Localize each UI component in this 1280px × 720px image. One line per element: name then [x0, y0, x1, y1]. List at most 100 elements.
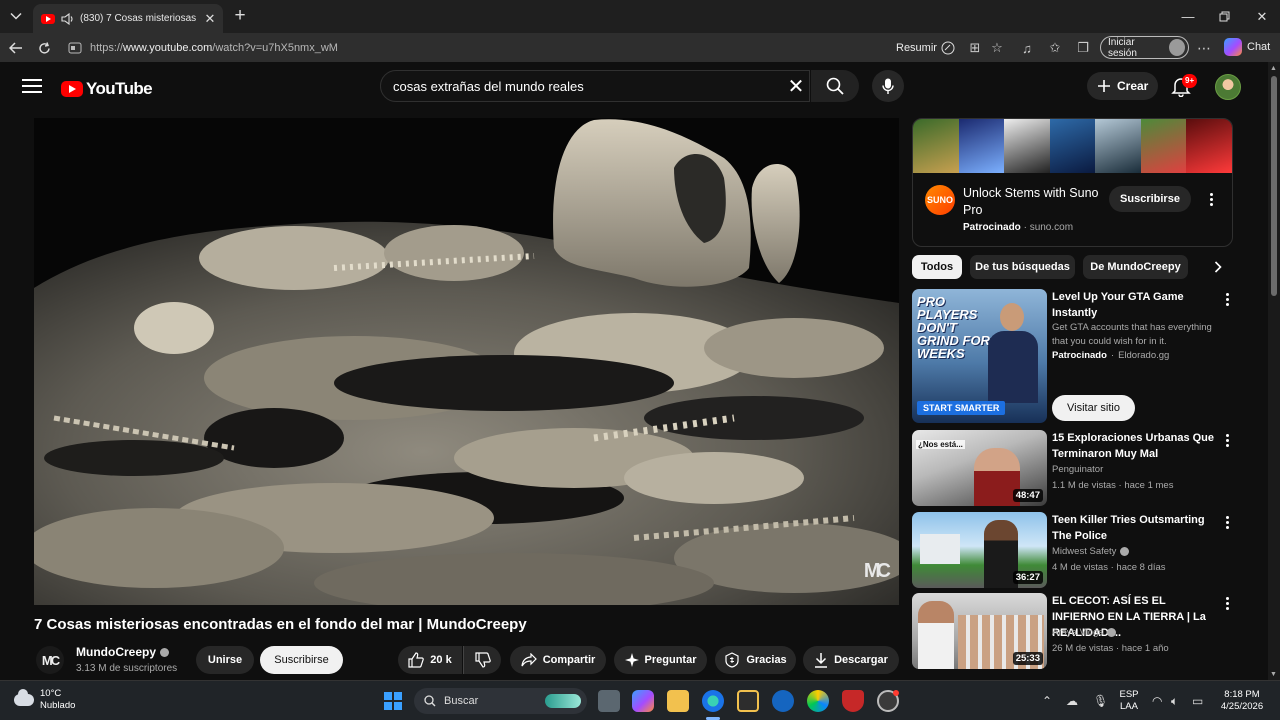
share-button[interactable]: Compartir	[510, 646, 606, 674]
onedrive-cloud-icon[interactable]: ☁	[1066, 694, 1078, 708]
rec-thumbnail[interactable]: 36:27	[912, 512, 1047, 588]
voice-search-button[interactable]	[872, 70, 904, 102]
extensions-icon[interactable]: ⊞	[965, 38, 985, 58]
scroll-up-icon[interactable]: ▲	[1270, 65, 1277, 72]
close-window-icon[interactable]: ✕	[1244, 0, 1280, 33]
clock[interactable]: 8:18 PM 4/25/2026	[1214, 689, 1270, 713]
youtube-logo[interactable]: YouTube	[61, 79, 153, 99]
hp-icon[interactable]	[772, 690, 794, 712]
browser-tab-youtube[interactable]: (830) 7 Cosas misteriosas encontradas en…	[33, 4, 223, 33]
collections-icon[interactable]: ❐	[1073, 38, 1093, 58]
read-aloud-icon[interactable]: ♫	[1017, 38, 1037, 58]
chips-next-chevron-icon[interactable]	[1208, 257, 1228, 277]
favorite-star-icon[interactable]: ☆	[987, 38, 1007, 58]
scrollbar-thumb[interactable]	[1271, 76, 1277, 296]
visit-site-button[interactable]: Visitar sitio	[1052, 395, 1135, 421]
download-icon	[815, 653, 828, 668]
recommendation-item[interactable]: ¿Nos está... 48:47 15 Exploraciones Urba…	[912, 430, 1233, 506]
file-explorer-icon[interactable]	[667, 690, 689, 712]
menu-hamburger-icon[interactable]	[22, 79, 42, 97]
more-menu-icon[interactable]: ⋯	[1194, 38, 1214, 58]
app-icon[interactable]	[807, 690, 829, 712]
channel-name-link[interactable]: MundoCreepy	[76, 645, 170, 659]
recommendation-item[interactable]: 25:33 EL CECOT: ASÍ ES EL INFIERNO EN LA…	[912, 593, 1233, 669]
channel-avatar[interactable]: MC	[36, 646, 64, 674]
microphone-tray-icon[interactable]: 🎙︎	[1093, 694, 1108, 708]
recommendation-item[interactable]: 36:27 Teen Killer Tries Outsmarting The …	[912, 512, 1233, 588]
rec-channel[interactable]: Araya Vlogs	[1052, 627, 1117, 638]
dislike-button[interactable]	[463, 646, 501, 674]
sponsored-thumbnail[interactable]: PRO PLAYERS DON'T GRIND FOR WEEKS START …	[912, 289, 1047, 423]
copilot-icon	[1224, 38, 1242, 56]
ask-button[interactable]: Preguntar	[614, 646, 707, 674]
back-icon[interactable]	[5, 37, 27, 59]
thanks-button[interactable]: Gracias	[715, 646, 796, 674]
join-label: Unirse	[207, 654, 243, 666]
ad-more-icon[interactable]	[1205, 193, 1217, 206]
ad-title[interactable]: Unlock Stems with Suno Pro	[963, 185, 1103, 219]
volume-icon[interactable]: 🔈︎	[1171, 694, 1178, 709]
join-button[interactable]: Unirse	[196, 646, 254, 674]
chip-todos[interactable]: Todos	[912, 255, 962, 279]
sponsored-ad-card[interactable]: SUNO Unlock Stems with Suno Pro Patrocin…	[912, 118, 1233, 247]
ad-subscribe-button[interactable]: Suscribirse	[1109, 186, 1191, 212]
rec-thumbnail[interactable]: ¿Nos está... 48:47	[912, 430, 1047, 506]
search-button[interactable]	[811, 70, 859, 102]
security-shield-icon[interactable]	[842, 690, 864, 712]
tab-actions-chevron-icon[interactable]	[4, 5, 28, 27]
summarize-button[interactable]: Resumir	[896, 36, 955, 59]
store-icon[interactable]	[737, 690, 759, 712]
scroll-down-icon[interactable]: ▼	[1270, 671, 1277, 678]
site-info-icon[interactable]	[68, 42, 82, 54]
minimize-icon[interactable]: —	[1170, 0, 1206, 33]
like-button[interactable]: 20 k	[398, 646, 462, 674]
taskbar-search[interactable]: Buscar	[414, 688, 587, 714]
ad-domain: suno.com	[1029, 222, 1074, 233]
rec-more-icon[interactable]	[1221, 293, 1233, 306]
rec-channel[interactable]: Penguinator	[1052, 464, 1103, 475]
rec-more-icon[interactable]	[1221, 434, 1233, 447]
favorites-icon[interactable]: ✩	[1045, 38, 1065, 58]
rec-thumbnail[interactable]: 25:33	[912, 593, 1047, 669]
weather-widget[interactable]: 10°C Nublado	[14, 688, 75, 712]
chip-from-searches[interactable]: De tus búsquedas	[970, 255, 1075, 279]
chip-from-channel[interactable]: De MundoCreepy	[1083, 255, 1188, 279]
url-field[interactable]: https://www.youtube.com/watch?v=u7hX5nmx…	[62, 36, 888, 59]
battery-icon[interactable]: ▭	[1192, 694, 1203, 708]
url-path: /watch?v=u7hX5nmx_wM	[212, 41, 338, 54]
search-input[interactable]: cosas extrañas del mundo reales	[380, 70, 810, 102]
clear-search-icon[interactable]: ✕	[784, 75, 808, 98]
windows-start-icon[interactable]	[382, 690, 404, 712]
rec-channel[interactable]: Midwest Safety	[1052, 546, 1130, 557]
sponsored-recommendation[interactable]: PRO PLAYERS DON'T GRIND FOR WEEKS START …	[912, 289, 1233, 423]
rec-more-icon[interactable]	[1221, 516, 1233, 529]
tab-close-icon[interactable]: ✕	[203, 11, 217, 27]
edge-browser-icon[interactable]	[702, 690, 724, 712]
video-player[interactable]: MC	[34, 118, 899, 605]
speaker-icon[interactable]	[61, 12, 74, 25]
user-avatar[interactable]	[1215, 74, 1241, 100]
page-scrollbar[interactable]: ▲ ▼	[1268, 62, 1280, 680]
task-view-icon[interactable]	[598, 690, 620, 712]
language-indicator[interactable]: ESP LAA	[1118, 689, 1140, 713]
super-thanks-icon	[725, 652, 739, 668]
subscribe-button[interactable]: Suscribirse	[260, 646, 343, 674]
copilot-app-icon[interactable]	[632, 690, 654, 712]
copilot-chat-button[interactable]: Chat	[1224, 38, 1270, 56]
thumb-person	[918, 601, 954, 669]
channel-watermark[interactable]: MC	[864, 560, 891, 583]
create-button[interactable]: Crear	[1087, 72, 1158, 100]
rec-more-icon[interactable]	[1221, 597, 1233, 610]
reload-icon[interactable]	[33, 37, 55, 59]
rec-title[interactable]: Level Up Your GTA Game Instantly	[1052, 289, 1214, 321]
rec-sponsor-line: Patrocinado · Eldorado.gg	[1052, 350, 1170, 361]
download-button[interactable]: Descargar	[803, 646, 899, 674]
rec-title[interactable]: 15 Exploraciones Urbanas Que Terminaron …	[1052, 430, 1214, 462]
rec-title[interactable]: Teen Killer Tries Outsmarting The Police	[1052, 512, 1214, 544]
tray-overflow-chevron-icon[interactable]: ⌃	[1042, 694, 1052, 708]
new-tab-icon[interactable]: +	[230, 6, 250, 26]
signin-button[interactable]: Iniciar sesión	[1100, 36, 1189, 59]
keyboard-layout: LAA	[1120, 701, 1138, 712]
restore-icon[interactable]	[1206, 0, 1242, 33]
wifi-icon[interactable]: ◠	[1152, 694, 1162, 708]
